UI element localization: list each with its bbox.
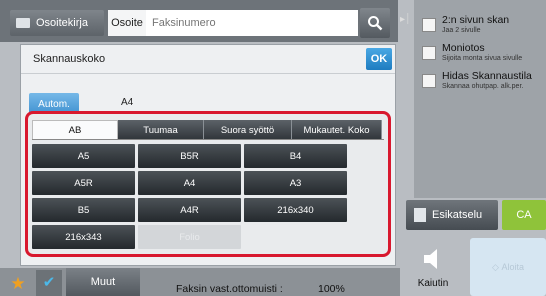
- address-tab[interactable]: Osoite: [108, 10, 146, 36]
- fax-number-input[interactable]: [146, 10, 358, 36]
- size-button-a5r[interactable]: A5R: [32, 171, 135, 195]
- preview-icon: [414, 208, 426, 222]
- preview-label: Esikatselu: [432, 209, 483, 221]
- clear-all-button[interactable]: CA: [502, 200, 546, 230]
- option-checkbox[interactable]: [422, 74, 436, 88]
- tab-ab[interactable]: AB: [32, 120, 118, 140]
- size-button-a4r[interactable]: A4R: [138, 198, 241, 222]
- option-dual-page-scan[interactable]: 2:n sivun skan Jaa 2 sivulle: [414, 10, 546, 38]
- other-functions-panel: 2:n sivun skan Jaa 2 sivulle Moniotos Si…: [414, 0, 546, 198]
- size-selection-area: AB Tuumaa Suora syöttö Mukautet. Koko A5…: [25, 111, 391, 257]
- size-button-b5r[interactable]: B5R: [138, 144, 241, 168]
- favorite-star-icon[interactable]: ★: [6, 272, 30, 296]
- size-button-folio: Folio: [138, 225, 241, 249]
- option-slow-scan[interactable]: Hidas Skannaustila Skannaa ohutpap. alk.…: [414, 66, 546, 94]
- option-subtitle: Sijoita monta sivua sivulle: [442, 55, 523, 62]
- size-button-216x340[interactable]: 216x340: [244, 198, 347, 222]
- size-button-a3[interactable]: A3: [244, 171, 347, 195]
- size-button-a5[interactable]: A5: [32, 144, 135, 168]
- start-label: Aloita: [501, 262, 524, 272]
- option-multishot[interactable]: Moniotos Sijoita monta sivua sivulle: [414, 38, 546, 66]
- size-button-216x343[interactable]: 216x343: [32, 225, 135, 249]
- ok-button[interactable]: OK: [366, 48, 392, 70]
- option-subtitle: Skannaa ohutpap. alk.per.: [442, 83, 524, 90]
- option-title: Hidas Skannaustila: [442, 70, 532, 82]
- tab-divider: [32, 139, 384, 140]
- address-book-tab[interactable]: Osoitekirja: [10, 10, 104, 36]
- start-icon: ◇: [492, 261, 502, 272]
- address-book-label: Osoitekirja: [36, 17, 88, 29]
- speaker-label: Kaiutin: [417, 278, 449, 289]
- start-button[interactable]: ◇ Aloita: [470, 238, 546, 296]
- check-button[interactable]: ✔: [36, 270, 62, 296]
- checkmark-icon: ✔: [42, 274, 56, 291]
- speaker-button[interactable]: [412, 244, 452, 274]
- address-book-icon: [16, 18, 30, 28]
- divider: [21, 73, 395, 74]
- fax-memory-label: Faksin vast.ottomuisti :: [176, 283, 283, 295]
- tab-direct-entry[interactable]: Suora syöttö: [204, 120, 292, 140]
- option-checkbox[interactable]: [422, 18, 436, 32]
- search-button[interactable]: [360, 8, 390, 38]
- fax-memory-value: 100%: [318, 283, 345, 295]
- more-button[interactable]: Muut: [66, 268, 140, 296]
- tab-custom-size[interactable]: Mukautet. Koko: [292, 120, 382, 140]
- option-subtitle: Jaa 2 sivulle: [442, 27, 481, 34]
- speaker-icon: [424, 249, 437, 269]
- preview-button[interactable]: Esikatselu: [406, 200, 498, 230]
- size-button-b5[interactable]: B5: [32, 198, 135, 222]
- dialog-title: Skannauskoko: [33, 53, 106, 65]
- option-title: Moniotos: [442, 42, 485, 54]
- size-button-a4[interactable]: A4: [138, 171, 241, 195]
- option-title: 2:n sivun skan: [442, 14, 510, 26]
- scan-size-dialog: Skannauskoko OK Autom. A4 AB Tuumaa Suor…: [20, 44, 396, 266]
- option-checkbox[interactable]: [422, 46, 436, 60]
- tab-inch[interactable]: Tuumaa: [118, 120, 204, 140]
- size-button-b4[interactable]: B4: [244, 144, 347, 168]
- current-size-value: A4: [121, 97, 134, 108]
- search-icon: [368, 16, 383, 31]
